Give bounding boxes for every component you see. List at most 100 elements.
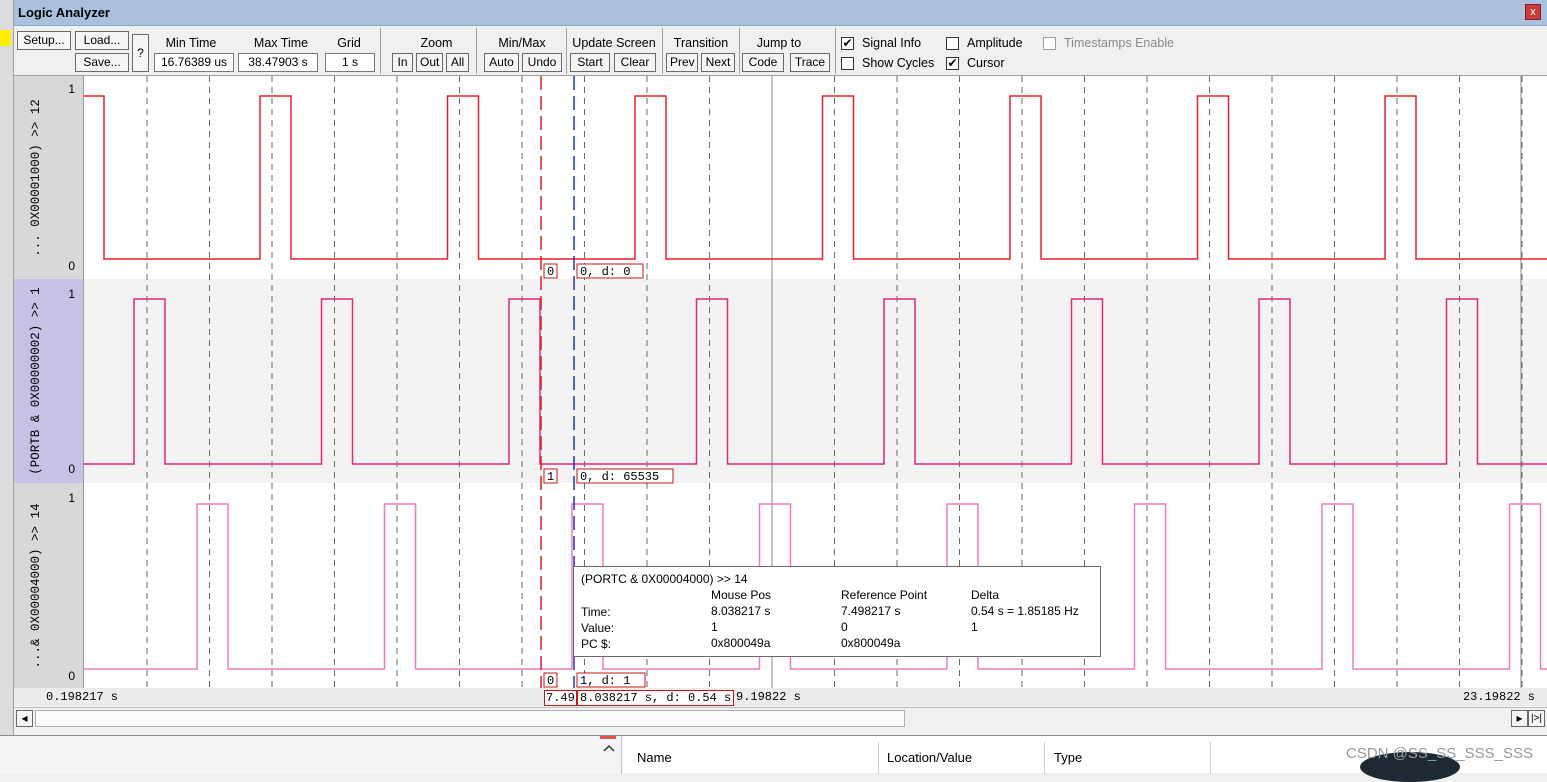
min-time-value: 16.76389 us bbox=[154, 53, 234, 72]
trace-button[interactable]: Trace bbox=[790, 53, 830, 72]
close-button[interactable]: x bbox=[1525, 4, 1541, 20]
separator bbox=[662, 28, 663, 74]
cursor-label: Cursor bbox=[967, 56, 1005, 70]
show-cycles-checkbox[interactable] bbox=[841, 57, 854, 70]
watermark: CSDN @SS_SS_SSS_SSS bbox=[1346, 745, 1533, 762]
min-time-label: Min Time bbox=[165, 36, 217, 50]
update-screen-label: Update Screen bbox=[572, 36, 656, 50]
channel-name: ... 0X00001000) >> 12 bbox=[29, 98, 43, 257]
splitter-marker bbox=[600, 736, 616, 739]
popup-col-ref: Reference Point bbox=[841, 588, 928, 602]
max-time-label: Max Time bbox=[253, 36, 309, 50]
ref-value-2: 1 bbox=[547, 470, 554, 484]
high-level-label: 1 bbox=[68, 82, 75, 96]
popup-mouse-time: 8.038217 s bbox=[711, 604, 771, 618]
axis-cursor-time: 8.038217 s, d: 0.54 s bbox=[577, 690, 735, 706]
separator bbox=[739, 28, 740, 74]
channel-label-3[interactable]: ...& 0X00004000) >> 14 1 0 bbox=[14, 483, 84, 688]
popup-delta-time: 0.54 s = 1.85185 Hz bbox=[971, 604, 1079, 618]
popup-row-time: Time: bbox=[581, 605, 611, 619]
zoom-out-button[interactable]: Out bbox=[416, 53, 443, 72]
save-button[interactable]: Save... bbox=[75, 53, 129, 72]
cursor-checkbox[interactable]: ✔ bbox=[946, 57, 959, 70]
column-divider bbox=[1210, 742, 1211, 774]
separator bbox=[835, 28, 836, 74]
undo-button[interactable]: Undo bbox=[522, 53, 562, 72]
ide-marker bbox=[0, 30, 11, 46]
column-location-value[interactable]: Location/Value bbox=[887, 750, 972, 765]
axis-left-time: 0.198217 s bbox=[46, 690, 119, 704]
watch-pane: Name Location/Value Type CSDN @SS_SS_SSS… bbox=[0, 735, 1547, 782]
collapse-icon[interactable] bbox=[603, 742, 615, 752]
jump-to-label: Jump to bbox=[756, 36, 802, 50]
popup-mouse-value: 1 bbox=[711, 620, 718, 634]
low-level-label: 0 bbox=[68, 462, 75, 476]
zoom-label: Zoom bbox=[420, 36, 453, 50]
channel-label-1[interactable]: ... 0X00001000) >> 12 1 0 bbox=[14, 76, 84, 279]
toolbar: Setup... Load... Save... ? Min Time 16.7… bbox=[14, 26, 1547, 76]
scroll-left-button[interactable]: ◂ bbox=[16, 710, 33, 727]
scroll-end-button[interactable]: |>| bbox=[1528, 710, 1545, 727]
cursor-value-3: 1, d: 1 bbox=[580, 674, 630, 688]
popup-col-delta: Delta bbox=[971, 588, 1000, 602]
window-title: Logic Analyzer bbox=[18, 5, 110, 20]
column-divider bbox=[1044, 742, 1045, 774]
lane-2-background bbox=[84, 279, 1547, 483]
watch-pane-left bbox=[0, 736, 622, 774]
popup-row-value: Value: bbox=[581, 621, 615, 635]
ref-value-1: 0 bbox=[547, 265, 554, 279]
cursor-value-1: 0, d: 0 bbox=[580, 265, 630, 279]
signal-waveform-1 bbox=[84, 95, 1547, 260]
grid-value: 1 s bbox=[325, 53, 375, 72]
zoom-in-button[interactable]: In bbox=[392, 53, 413, 72]
channel-name: (PORTB & 0X00000002) >> 1 bbox=[29, 287, 43, 475]
channel-label-2[interactable]: (PORTB & 0X00000002) >> 1 1 0 bbox=[14, 279, 84, 483]
channel-name: ...& 0X00004000) >> 14 bbox=[29, 502, 43, 669]
help-button[interactable]: ? bbox=[132, 34, 149, 72]
next-button[interactable]: Next bbox=[701, 53, 735, 72]
setup-button[interactable]: Setup... bbox=[17, 31, 71, 50]
axis-mid-time: 9.19822 s bbox=[736, 690, 801, 704]
auto-button[interactable]: Auto bbox=[484, 53, 519, 72]
popup-delta-value: 1 bbox=[971, 620, 978, 634]
clear-button[interactable]: Clear bbox=[614, 53, 656, 72]
scroll-thumb[interactable] bbox=[35, 710, 905, 727]
ide-left-edge bbox=[0, 0, 14, 735]
prev-button[interactable]: Prev bbox=[666, 53, 698, 72]
axis-ref-time: 7.49 bbox=[544, 690, 577, 706]
ref-value-3: 0 bbox=[547, 674, 554, 688]
signal-info-popup: (PORTC & 0X00004000) >> 14 Mouse Pos Ref… bbox=[573, 566, 1101, 657]
separator bbox=[380, 28, 381, 74]
transition-label: Transition bbox=[673, 36, 729, 50]
minmax-label: Min/Max bbox=[498, 36, 546, 50]
signal-info-checkbox[interactable]: ✔ bbox=[841, 37, 854, 50]
scroll-right-button[interactable]: ▸ bbox=[1511, 710, 1528, 727]
popup-col-mouse: Mouse Pos bbox=[711, 588, 772, 602]
popup-row-pc: PC $: bbox=[581, 637, 612, 651]
zoom-all-button[interactable]: All bbox=[446, 53, 469, 72]
column-name[interactable]: Name bbox=[637, 750, 672, 765]
timestamps-checkbox bbox=[1043, 37, 1056, 50]
high-level-label: 1 bbox=[68, 491, 75, 505]
show-cycles-label: Show Cycles bbox=[862, 56, 935, 70]
popup-ref-time: 7.498217 s bbox=[841, 604, 901, 618]
axis-right-time: 23.19822 s bbox=[1462, 690, 1535, 704]
start-button[interactable]: Start bbox=[570, 53, 610, 72]
column-type[interactable]: Type bbox=[1054, 750, 1082, 765]
horizontal-scrollbar[interactable]: ◂ ▸ |>| bbox=[14, 707, 1547, 729]
timestamps-label: Timestamps Enable bbox=[1064, 36, 1174, 50]
grid-label: Grid bbox=[337, 36, 361, 50]
popup-ref-value: 0 bbox=[841, 620, 848, 634]
signal-info-label: Signal Info bbox=[862, 36, 922, 50]
low-level-label: 0 bbox=[68, 669, 75, 683]
amplitude-checkbox[interactable] bbox=[946, 37, 959, 50]
separator bbox=[566, 28, 567, 74]
popup-signal-name: (PORTC & 0X00004000) >> 14 bbox=[581, 572, 748, 586]
popup-mouse-pc: 0x800049a bbox=[711, 636, 771, 650]
load-button[interactable]: Load... bbox=[75, 31, 129, 50]
popup-ref-pc: 0x800049a bbox=[841, 636, 901, 650]
code-button[interactable]: Code bbox=[742, 53, 784, 72]
amplitude-label: Amplitude bbox=[967, 36, 1023, 50]
max-time-value: 38.47903 s bbox=[238, 53, 318, 72]
cursor-value-2: 0, d: 65535 bbox=[580, 470, 659, 484]
